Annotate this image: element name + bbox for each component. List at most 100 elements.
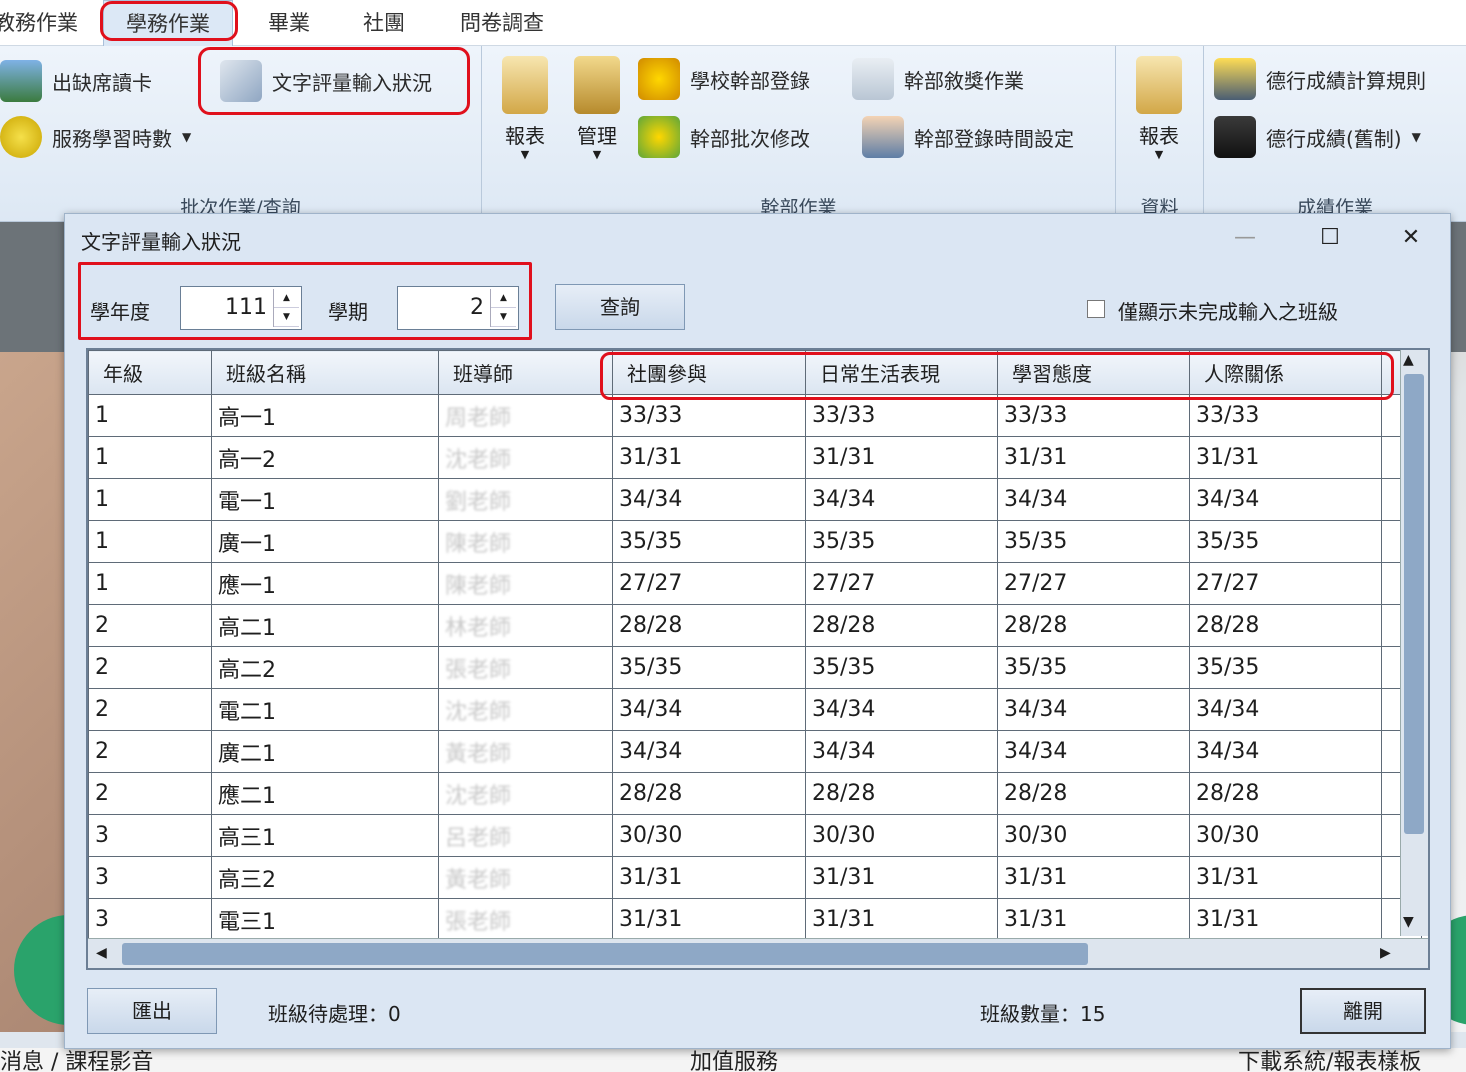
table-cell[interactable]: 30/30 — [805, 814, 998, 857]
scroll-down-icon[interactable]: ▼ — [1403, 914, 1414, 930]
data-report-button[interactable]: 報表 ▼ — [1130, 56, 1188, 161]
cadre-award-button[interactable]: 幹部敘獎作業 — [852, 58, 1024, 100]
column-header[interactable]: 班級名稱 — [211, 350, 439, 395]
column-header[interactable]: 年級 — [88, 350, 212, 395]
table-cell[interactable]: 1 — [88, 436, 212, 479]
scroll-up-icon[interactable]: ▲ — [1403, 352, 1414, 368]
tab-academic[interactable]: 教務作業 — [0, 0, 78, 46]
maximize-button[interactable]: ☐ — [1310, 222, 1350, 254]
table-cell[interactable]: 35/35 — [805, 646, 998, 689]
table-cell[interactable]: 2 — [88, 688, 212, 731]
table-cell[interactable]: 28/28 — [805, 604, 998, 647]
table-cell[interactable]: 34/34 — [1189, 478, 1382, 521]
vertical-scroll-thumb[interactable] — [1404, 374, 1424, 834]
table-row[interactable]: 2 應二1 沈老師 28/28 28/28 28/28 28/28 — [88, 772, 1422, 815]
table-cell[interactable]: 應二1 — [211, 772, 439, 815]
table-cell[interactable]: 28/28 — [612, 772, 806, 815]
table-cell[interactable]: 34/34 — [805, 478, 998, 521]
table-cell[interactable]: 1 — [88, 562, 212, 605]
table-cell[interactable]: 28/28 — [612, 604, 806, 647]
table-cell[interactable]: 劉老師 — [438, 478, 613, 521]
text-eval-status-button[interactable]: 文字評量輸入狀況 — [220, 60, 432, 102]
table-cell[interactable]: 31/31 — [1189, 898, 1382, 941]
table-row[interactable]: 1 高一2 沈老師 31/31 31/31 31/31 31/31 — [88, 436, 1422, 479]
minimize-button[interactable]: — — [1225, 222, 1265, 254]
table-row[interactable]: 1 應一1 陳老師 27/27 27/27 27/27 27/27 — [88, 562, 1422, 605]
table-cell[interactable]: 應一1 — [211, 562, 439, 605]
cadre-report-button[interactable]: 報表 ▼ — [496, 56, 554, 161]
table-cell[interactable]: 3 — [88, 856, 212, 899]
table-cell[interactable]: 34/34 — [612, 688, 806, 731]
school-year-spinner[interactable]: 111 ▲ ▼ — [180, 286, 302, 330]
table-cell[interactable]: 35/35 — [1189, 646, 1382, 689]
table-cell[interactable]: 31/31 — [612, 898, 806, 941]
only-incomplete-checkbox[interactable] — [1087, 300, 1105, 318]
table-cell[interactable]: 2 — [88, 604, 212, 647]
table-cell[interactable]: 28/28 — [1189, 772, 1382, 815]
tab-student-affairs[interactable]: 學務作業 — [103, 0, 233, 46]
table-cell[interactable]: 31/31 — [1189, 856, 1382, 899]
table-cell[interactable]: 34/34 — [997, 688, 1190, 731]
table-cell[interactable]: 高二1 — [211, 604, 439, 647]
table-cell[interactable]: 廣二1 — [211, 730, 439, 773]
table-cell[interactable]: 33/33 — [1189, 394, 1382, 437]
table-cell[interactable]: 31/31 — [997, 898, 1190, 941]
table-cell[interactable]: 3 — [88, 814, 212, 857]
table-cell[interactable]: 30/30 — [997, 814, 1190, 857]
table-row[interactable]: 3 高三2 黃老師 31/31 31/31 31/31 31/31 — [88, 856, 1422, 899]
leave-button[interactable]: 離開 — [1300, 988, 1426, 1034]
table-cell[interactable]: 27/27 — [1189, 562, 1382, 605]
bottom-nav-downloads[interactable]: 下載系統/報表樣板 — [1238, 1048, 1421, 1072]
table-cell[interactable]: 高一2 — [211, 436, 439, 479]
scroll-right-icon[interactable]: ▶ — [1380, 945, 1391, 961]
spin-down-icon[interactable]: ▼ — [491, 308, 516, 327]
table-cell[interactable]: 35/35 — [612, 646, 806, 689]
tab-graduation[interactable]: 畢業 — [268, 0, 310, 46]
table-cell[interactable]: 35/35 — [805, 520, 998, 563]
column-header[interactable]: 人際關係 — [1189, 350, 1382, 395]
table-row[interactable]: 2 廣二1 黃老師 34/34 34/34 34/34 34/34 — [88, 730, 1422, 773]
table-cell[interactable]: 31/31 — [1189, 436, 1382, 479]
table-cell[interactable]: 高三1 — [211, 814, 439, 857]
spin-up-icon[interactable]: ▲ — [491, 289, 516, 308]
horizontal-scrollbar[interactable]: ◀ ▶ — [88, 938, 1428, 968]
table-row[interactable]: 1 電一1 劉老師 34/34 34/34 34/34 34/34 — [88, 478, 1422, 521]
table-cell[interactable]: 陳老師 — [438, 520, 613, 563]
table-cell[interactable]: 電三1 — [211, 898, 439, 941]
table-cell[interactable]: 31/31 — [997, 436, 1190, 479]
table-cell[interactable]: 2 — [88, 646, 212, 689]
table-cell[interactable]: 沈老師 — [438, 436, 613, 479]
table-cell[interactable]: 28/28 — [805, 772, 998, 815]
table-cell[interactable]: 周老師 — [438, 394, 613, 437]
table-cell[interactable]: 28/28 — [997, 604, 1190, 647]
conduct-rule-button[interactable]: 德行成績計算規則 — [1214, 58, 1426, 100]
column-header[interactable]: 社團參與 — [612, 350, 806, 395]
table-row[interactable]: 3 高三1 呂老師 30/30 30/30 30/30 30/30 — [88, 814, 1422, 857]
table-cell[interactable]: 30/30 — [612, 814, 806, 857]
cadre-manage-button[interactable]: 管理 ▼ — [568, 56, 626, 161]
table-cell[interactable]: 34/34 — [805, 688, 998, 731]
table-cell[interactable]: 陳老師 — [438, 562, 613, 605]
table-cell[interactable]: 31/31 — [805, 898, 998, 941]
table-cell[interactable]: 28/28 — [1189, 604, 1382, 647]
column-header[interactable]: 學習態度 — [997, 350, 1190, 395]
table-cell[interactable]: 34/34 — [612, 730, 806, 773]
table-row[interactable]: 2 高二2 張老師 35/35 35/35 35/35 35/35 — [88, 646, 1422, 689]
table-cell[interactable]: 33/33 — [805, 394, 998, 437]
table-cell[interactable]: 34/34 — [1189, 688, 1382, 731]
table-row[interactable]: 3 電三1 張老師 31/31 31/31 31/31 31/31 — [88, 898, 1422, 941]
table-cell[interactable]: 高三2 — [211, 856, 439, 899]
table-cell[interactable]: 34/34 — [805, 730, 998, 773]
table-cell[interactable]: 廣一1 — [211, 520, 439, 563]
table-cell[interactable]: 沈老師 — [438, 688, 613, 731]
table-cell[interactable]: 呂老師 — [438, 814, 613, 857]
table-cell[interactable]: 34/34 — [612, 478, 806, 521]
table-cell[interactable]: 林老師 — [438, 604, 613, 647]
vertical-scrollbar[interactable]: ▲ ▼ — [1400, 350, 1428, 936]
table-cell[interactable]: 高二2 — [211, 646, 439, 689]
query-button[interactable]: 查詢 — [555, 284, 685, 330]
column-header[interactable]: 日常生活表現 — [805, 350, 998, 395]
table-cell[interactable]: 1 — [88, 394, 212, 437]
column-header[interactable]: 班導師 — [438, 350, 613, 395]
table-cell[interactable]: 3 — [88, 898, 212, 941]
